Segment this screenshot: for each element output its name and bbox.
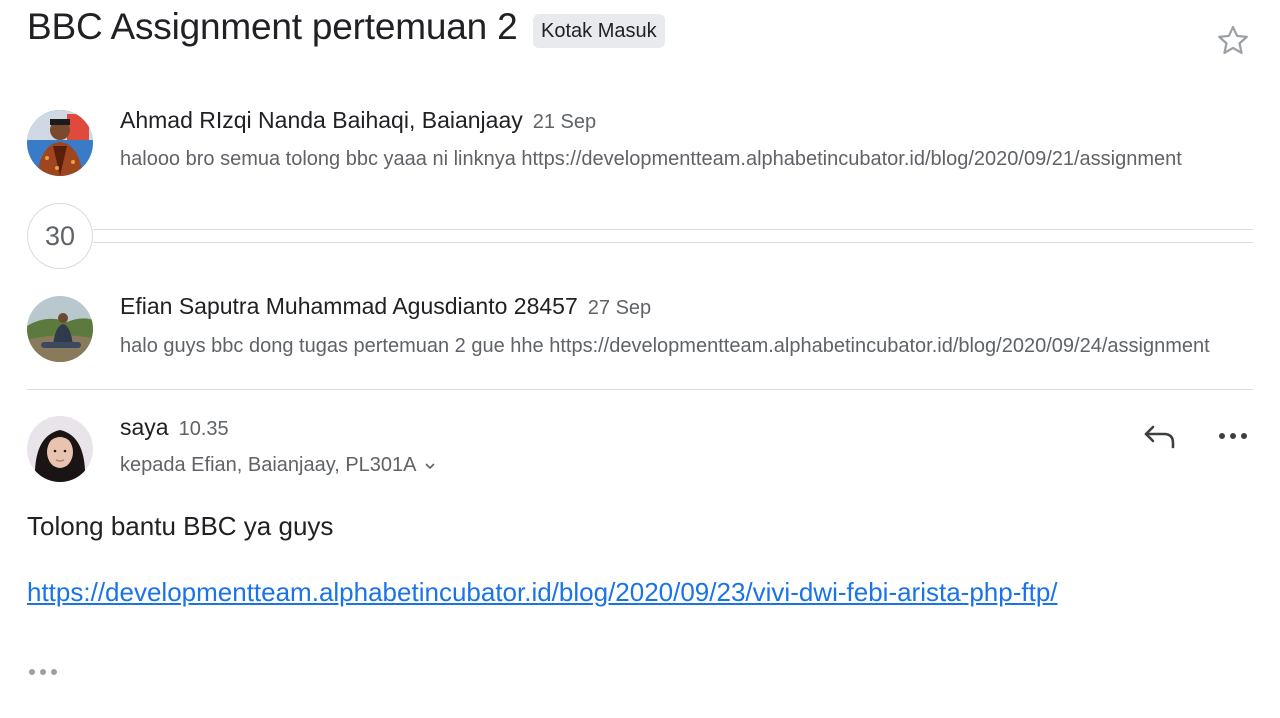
avatar	[27, 110, 93, 176]
message-date: 27 Sep	[587, 297, 652, 319]
message-snippet: halooo bro semua tolong bbc yaaa ni link…	[120, 148, 1182, 170]
inbox-label-chip[interactable]: Kotak Masuk	[533, 14, 665, 48]
message-date: 21 Sep	[532, 111, 597, 133]
ellipsis-icon	[29, 669, 57, 675]
divider	[27, 389, 1253, 390]
recipients-toggle[interactable]: kepada Efian, Baianjaay, PL301A	[120, 454, 437, 477]
avatar	[27, 416, 93, 482]
divider	[93, 242, 1253, 243]
collapsed-messages-count[interactable]: 30	[27, 203, 93, 269]
show-trimmed-content-button[interactable]	[27, 664, 59, 685]
more-options-icon[interactable]	[1213, 416, 1253, 456]
message-link[interactable]: https://developmentteam.alphabetincubato…	[27, 577, 1058, 608]
sender-name: Ahmad RIzqi Nanda Baihaqi, Baianjaay	[120, 107, 523, 133]
star-icon[interactable]	[1214, 22, 1252, 60]
divider	[93, 229, 1253, 230]
message-body: Tolong bantu BBC ya guys	[27, 511, 334, 541]
message-time: 10.35	[178, 418, 229, 440]
reply-icon[interactable]	[1140, 416, 1180, 456]
chevron-down-icon	[424, 463, 435, 469]
avatar	[27, 296, 93, 362]
sender-name: Efian Saputra Muhammad Agusdianto 28457	[120, 293, 578, 319]
recipients-text: kepada Efian, Baianjaay, PL301A	[120, 454, 417, 476]
thread-subject: BBC Assignment pertemuan 2	[27, 6, 518, 47]
sender-name: saya	[120, 414, 169, 440]
message-snippet: halo guys bbc dong tugas pertemuan 2 gue…	[120, 335, 1210, 357]
